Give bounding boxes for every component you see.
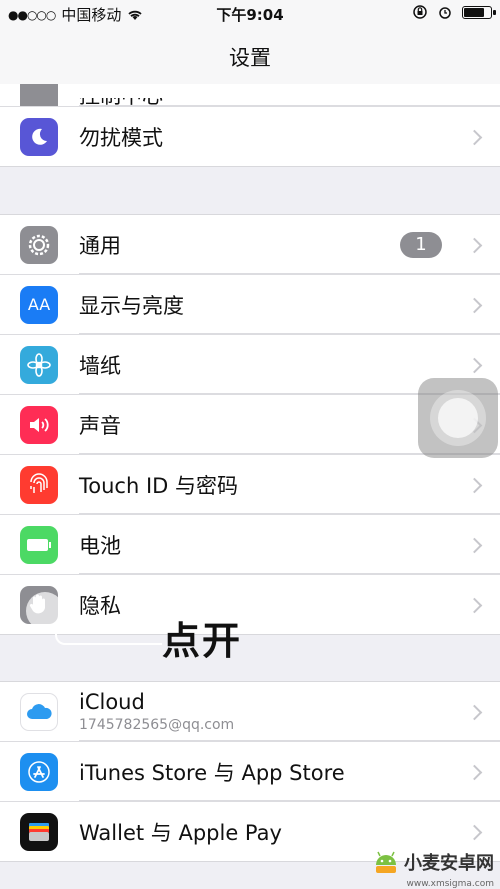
app-store-icon xyxy=(20,752,58,791)
settings-row-itunes-app-store[interactable]: iTunes Store 与 App Store xyxy=(0,742,500,802)
chevron-right-icon xyxy=(466,357,483,373)
chevron-right-icon xyxy=(466,764,483,780)
row-label: 墙纸 xyxy=(79,353,121,378)
status-bar: ●●○○○ 中国移动 下午9:04 xyxy=(0,0,500,28)
settings-row-control-center[interactable]: 控制中心 xyxy=(0,84,500,107)
watermark-text: 小麦安卓网 xyxy=(404,853,494,874)
watermark: 小麦安卓网 xyxy=(372,849,494,875)
chevron-right-icon xyxy=(466,704,483,720)
navigation-bar: 设置 xyxy=(0,28,500,85)
row-divider xyxy=(79,740,500,741)
battery-icon xyxy=(20,525,58,564)
page-title: 设置 xyxy=(229,46,271,70)
row-label: 通用 xyxy=(79,233,121,258)
settings-row-do-not-disturb[interactable]: 勿扰模式 xyxy=(0,107,500,166)
control-center-icon xyxy=(20,84,58,106)
aa-text-icon: AA xyxy=(20,285,58,324)
annotation-label: 点开 xyxy=(162,619,243,663)
settings-row-icloud[interactable]: iCloud 1745782565@qq.com xyxy=(0,682,500,742)
chevron-right-icon xyxy=(466,297,483,313)
flower-icon xyxy=(20,345,58,384)
row-divider xyxy=(79,573,500,574)
row-label: 显示与亮度 xyxy=(79,293,184,318)
row-label: Touch ID 与密码 xyxy=(79,473,238,498)
notification-badge: 1 xyxy=(400,231,442,258)
chevron-right-icon xyxy=(466,597,483,613)
cloud-icon xyxy=(20,692,58,731)
row-divider xyxy=(79,333,500,334)
settings-row-general[interactable]: 通用 1 xyxy=(0,215,500,275)
alarm-icon xyxy=(439,7,451,19)
row-label: 隐私 xyxy=(79,593,121,618)
chevron-right-icon xyxy=(466,537,483,553)
speaker-icon xyxy=(20,405,58,444)
settings-row-display-brightness[interactable]: AA 显示与亮度 xyxy=(0,275,500,335)
chevron-right-icon xyxy=(466,237,483,253)
orientation-lock-icon xyxy=(413,5,427,19)
row-label: 声音 xyxy=(79,413,121,438)
row-label: 控制中心 xyxy=(79,84,163,107)
settings-group-top: 控制中心 勿扰模式 xyxy=(0,84,500,167)
chevron-right-icon xyxy=(466,129,483,145)
chevron-right-icon xyxy=(466,477,483,493)
gear-icon xyxy=(20,225,58,264)
assistive-touch-core xyxy=(438,398,478,438)
settings-group-accounts: iCloud 1745782565@qq.com iTunes Store 与 … xyxy=(0,681,500,862)
row-divider xyxy=(79,105,500,106)
status-right xyxy=(412,4,496,20)
wallet-icon xyxy=(20,812,58,851)
row-divider xyxy=(79,273,500,274)
row-label: iCloud xyxy=(79,690,145,714)
moon-icon xyxy=(20,117,58,156)
fingerprint-icon xyxy=(20,465,58,504)
row-label: Wallet 与 Apple Pay xyxy=(79,820,282,845)
settings-row-touch-id[interactable]: Touch ID 与密码 xyxy=(0,455,500,515)
settings-row-battery[interactable]: 电池 xyxy=(0,515,500,575)
row-divider xyxy=(79,513,500,514)
annotation-pointer-line xyxy=(55,625,162,645)
row-label: 电池 xyxy=(79,533,121,558)
watermark-url: www.xmsigma.com xyxy=(406,879,494,889)
battery-indicator-icon xyxy=(462,5,496,19)
row-label: iTunes Store 与 App Store xyxy=(79,760,345,785)
row-divider xyxy=(79,800,500,801)
assistive-touch-button[interactable] xyxy=(418,378,498,458)
row-sublabel: 1745782565@qq.com xyxy=(79,717,235,733)
row-label: 勿扰模式 xyxy=(79,125,163,150)
android-logo-icon xyxy=(376,851,396,873)
chevron-right-icon xyxy=(466,824,483,840)
